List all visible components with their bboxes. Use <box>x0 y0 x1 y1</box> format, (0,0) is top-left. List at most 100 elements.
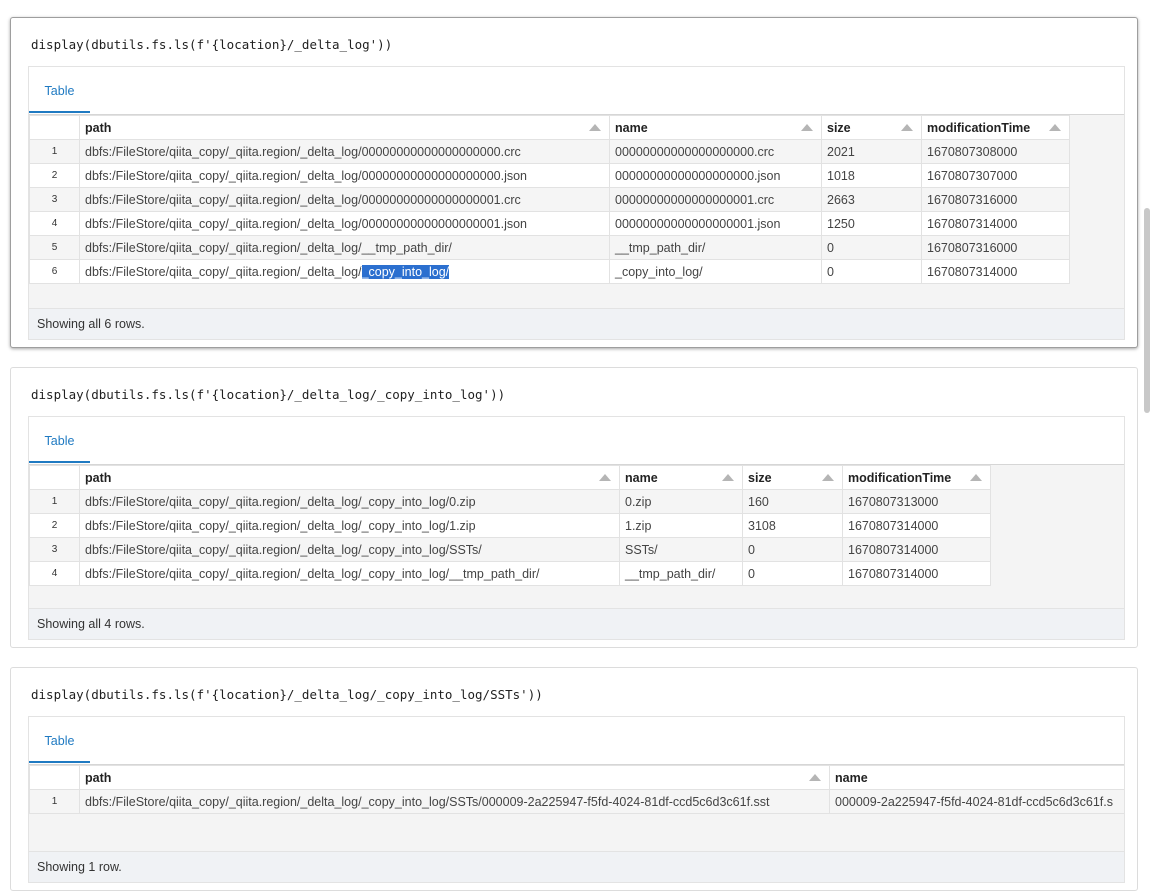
tab-table[interactable]: Table <box>29 717 90 763</box>
path-prefix: dbfs:/FileStore/qiita_copy/_qiita.region… <box>85 264 362 279</box>
notebook-cell-3[interactable]: display(dbutils.fs.ls(f'{location}/_delt… <box>10 667 1138 891</box>
table-row: 3 dbfs:/FileStore/qiita_copy/_qiita.regio… <box>29 537 991 562</box>
cell-name[interactable]: 1.zip <box>619 513 743 538</box>
result-panel: Table path name size modificationTime 1d… <box>28 66 1125 340</box>
cell-modificationtime[interactable]: 1670807314000 <box>842 561 991 586</box>
code-line[interactable]: display(dbutils.fs.ls(f'{location}/_delt… <box>31 387 505 402</box>
sort-icon[interactable] <box>822 474 834 481</box>
table-row: 2 dbfs:/FileStore/qiita_copy/_qiita.regio… <box>29 163 1070 188</box>
data-table: path name size modificationTime 1 dbfs:/F… <box>29 465 991 586</box>
sort-icon[interactable] <box>722 474 734 481</box>
cell-path[interactable]: dbfs:/FileStore/qiita_copy/_qiita.region… <box>79 187 610 212</box>
sort-icon[interactable] <box>1049 124 1061 131</box>
code-line[interactable]: display(dbutils.fs.ls(f'{location}/_delt… <box>31 687 543 702</box>
cell-modificationtime[interactable]: 1670807314000 <box>842 513 991 538</box>
cell-path[interactable]: dbfs:/FileStore/qiita_copy/_qiita.region… <box>79 259 610 284</box>
cell-size[interactable]: 0 <box>742 561 843 586</box>
row-number-header <box>29 115 80 140</box>
row-number: 1 <box>29 789 80 814</box>
cell-name[interactable]: SSTs/ <box>619 537 743 562</box>
cell-size[interactable]: 1250 <box>821 211 922 236</box>
column-header-name[interactable]: name <box>609 115 822 140</box>
cell-modificationtime[interactable]: 1670807314000 <box>921 211 1070 236</box>
tab-table[interactable]: Table <box>29 417 90 463</box>
cell-path[interactable]: dbfs:/FileStore/qiita_copy/_qiita.region… <box>79 537 620 562</box>
header-row: path name <box>29 765 1124 790</box>
result-grid: path name size modificationTime 1 dbfs:/F… <box>29 465 1124 610</box>
row-number: 4 <box>29 561 80 586</box>
row-number: 6 <box>29 259 80 284</box>
sort-icon[interactable] <box>801 124 813 131</box>
table-row: 1 dbfs:/FileStore/qiita_copy/_qiita.regio… <box>29 139 1070 164</box>
cell-size[interactable]: 0 <box>821 235 922 260</box>
cell-name[interactable]: 000009-2a225947-f5fd-4024-81df-ccd5c6d3c… <box>829 789 1124 814</box>
sort-icon[interactable] <box>809 774 821 781</box>
cell-name[interactable]: 00000000000000000000.crc <box>609 139 822 164</box>
cell-size[interactable]: 0 <box>742 537 843 562</box>
column-header-size[interactable]: size <box>821 115 922 140</box>
notebook-cell-2[interactable]: display(dbutils.fs.ls(f'{location}/_delt… <box>10 367 1138 648</box>
cell-path[interactable]: dbfs:/FileStore/qiita_copy/_qiita.region… <box>79 561 620 586</box>
tab-table[interactable]: Table <box>29 67 90 113</box>
table-row: 2 dbfs:/FileStore/qiita_copy/_qiita.regio… <box>29 513 991 538</box>
cell-name[interactable]: 00000000000000000000.json <box>609 163 822 188</box>
text-selection[interactable]: _copy_into_log/ <box>360 263 451 280</box>
header-row: path name size modificationTime <box>29 115 1070 140</box>
row-count-footer: Showing 1 row. <box>29 851 1124 882</box>
cell-path[interactable]: dbfs:/FileStore/qiita_copy/_qiita.region… <box>79 789 830 814</box>
cell-path[interactable]: dbfs:/FileStore/qiita_copy/_qiita.region… <box>79 139 610 164</box>
sort-icon[interactable] <box>599 474 611 481</box>
column-header-size[interactable]: size <box>742 465 843 490</box>
cell-name[interactable]: _copy_into_log/ <box>609 259 822 284</box>
cell-modificationtime[interactable]: 1670807316000 <box>921 187 1070 212</box>
row-number: 1 <box>29 139 80 164</box>
cell-modificationtime[interactable]: 1670807307000 <box>921 163 1070 188</box>
cell-name[interactable]: __tmp_path_dir/ <box>619 561 743 586</box>
notebook-cell-1[interactable]: display(dbutils.fs.ls(f'{location}/_delt… <box>10 17 1138 348</box>
column-header-name[interactable]: name <box>619 465 743 490</box>
cell-size[interactable]: 2663 <box>821 187 922 212</box>
column-header-name[interactable]: name <box>829 765 1124 790</box>
column-header-path[interactable]: path <box>79 115 610 140</box>
table-row: 1 dbfs:/FileStore/qiita_copy/_qiita.regio… <box>29 789 1124 814</box>
cell-size[interactable]: 160 <box>742 489 843 514</box>
sort-icon[interactable] <box>970 474 982 481</box>
cell-modificationtime[interactable]: 1670807314000 <box>921 259 1070 284</box>
cell-name[interactable]: 00000000000000000001.crc <box>609 187 822 212</box>
cell-path[interactable]: dbfs:/FileStore/qiita_copy/_qiita.region… <box>79 513 620 538</box>
page-scrollbar[interactable] <box>1144 208 1150 413</box>
table-row: 6 dbfs:/FileStore/qiita_copy/_qiita.regi… <box>29 259 1070 284</box>
cell-name[interactable]: 00000000000000000001.json <box>609 211 822 236</box>
cell-modificationtime[interactable]: 1670807314000 <box>842 537 991 562</box>
code-line[interactable]: display(dbutils.fs.ls(f'{location}/_delt… <box>31 37 392 52</box>
result-tabbar: Table <box>29 67 1124 115</box>
row-number: 3 <box>29 187 80 212</box>
row-number: 4 <box>29 211 80 236</box>
cell-modificationtime[interactable]: 1670807308000 <box>921 139 1070 164</box>
cell-path[interactable]: dbfs:/FileStore/qiita_copy/_qiita.region… <box>79 235 610 260</box>
table-row: 4 dbfs:/FileStore/qiita_copy/_qiita.regio… <box>29 561 991 586</box>
cell-size[interactable]: 2021 <box>821 139 922 164</box>
cell-modificationtime[interactable]: 1670807313000 <box>842 489 991 514</box>
cell-size[interactable]: 0 <box>821 259 922 284</box>
row-number-header <box>29 765 80 790</box>
sort-icon[interactable] <box>589 124 601 131</box>
result-panel: Table path name size modificationTime 1d… <box>28 416 1125 640</box>
cell-name[interactable]: __tmp_path_dir/ <box>609 235 822 260</box>
cell-size[interactable]: 3108 <box>742 513 843 538</box>
result-tabbar: Table <box>29 417 1124 465</box>
cell-name[interactable]: 0.zip <box>619 489 743 514</box>
cell-path[interactable]: dbfs:/FileStore/qiita_copy/_qiita.region… <box>79 163 610 188</box>
row-number: 5 <box>29 235 80 260</box>
data-table: path name 1 dbfs:/FileStore/qiita_copy/_q… <box>29 765 1124 814</box>
column-header-modificationtime[interactable]: modificationTime <box>921 115 1070 140</box>
cell-path[interactable]: dbfs:/FileStore/qiita_copy/_qiita.region… <box>79 489 620 514</box>
cell-size[interactable]: 1018 <box>821 163 922 188</box>
column-header-path[interactable]: path <box>79 465 620 490</box>
result-panel: Table path name 1 dbfs:/FileStore/qiita_c… <box>28 716 1125 883</box>
column-header-path[interactable]: path <box>79 765 830 790</box>
column-header-modificationtime[interactable]: modificationTime <box>842 465 991 490</box>
cell-path[interactable]: dbfs:/FileStore/qiita_copy/_qiita.region… <box>79 211 610 236</box>
cell-modificationtime[interactable]: 1670807316000 <box>921 235 1070 260</box>
sort-icon[interactable] <box>901 124 913 131</box>
